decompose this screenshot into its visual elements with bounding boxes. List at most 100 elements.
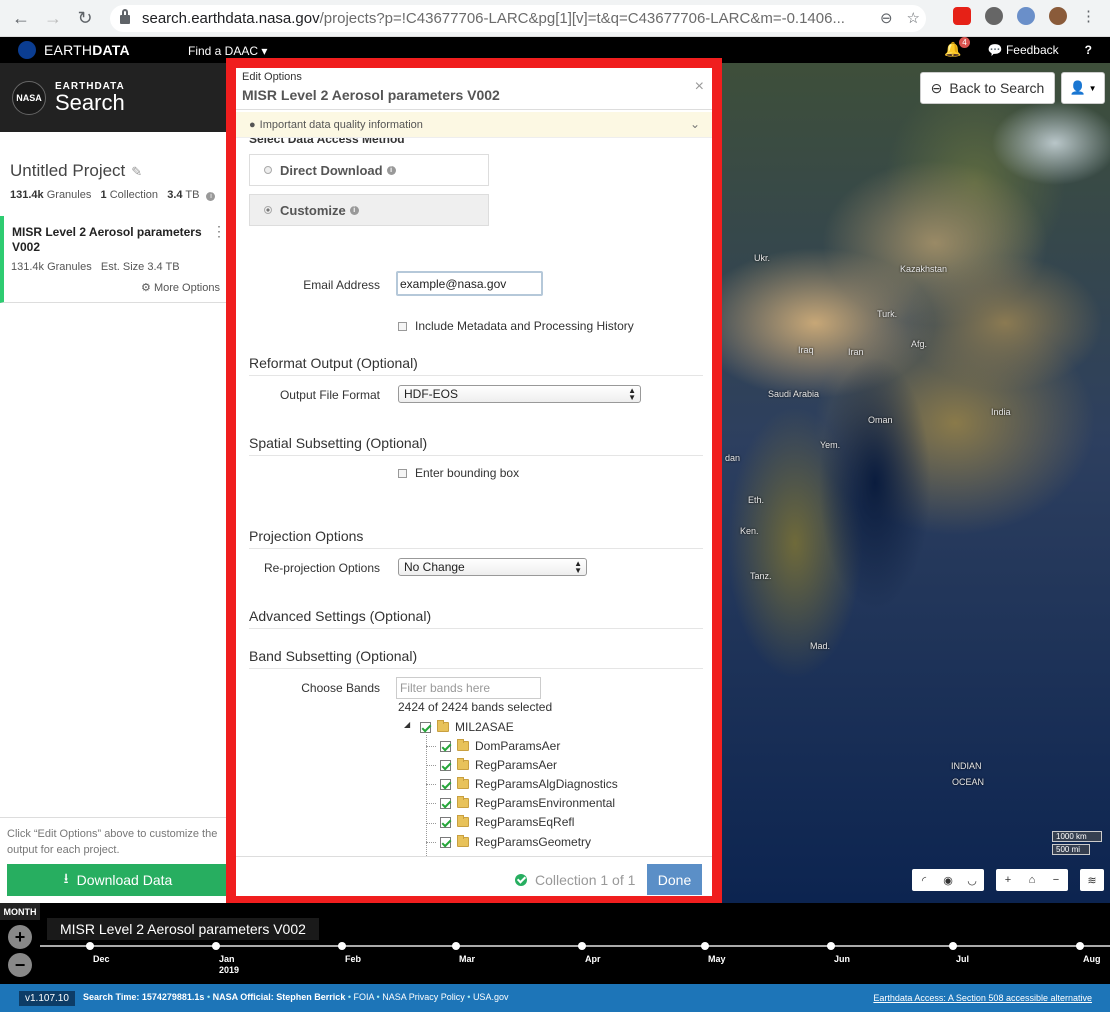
tree-child-item[interactable]: RegParamsEqRefl	[440, 814, 574, 830]
globe-icon[interactable]: ◉	[936, 874, 960, 887]
help-icon[interactable]: ?	[1085, 43, 1092, 57]
tree-checkbox[interactable]	[420, 721, 431, 733]
browser-menu-icon[interactable]: ⋮	[1081, 7, 1096, 25]
modal-subtitle: Edit Options	[242, 71, 302, 83]
checkbox[interactable]	[398, 321, 407, 331]
info-icon[interactable]: i	[386, 165, 396, 175]
folder-icon	[457, 739, 469, 751]
zoom-controls: + ⌂ −	[996, 869, 1068, 891]
zoom-in-icon[interactable]: +	[996, 874, 1020, 886]
profile-avatar-icon[interactable]	[1049, 7, 1067, 25]
map-label: Oman	[868, 415, 893, 425]
tree-child-item[interactable]: RegParamsAlgDiagnostics	[440, 776, 618, 792]
tree-checkbox[interactable]	[440, 778, 451, 790]
notification-badge: 4	[959, 37, 970, 48]
map-label: Ken.	[740, 526, 759, 536]
timeline-month-label: Jun	[834, 954, 851, 964]
timeline-tick	[338, 942, 346, 950]
timeline-tick	[949, 942, 957, 950]
youtube-extension-icon[interactable]	[953, 7, 971, 25]
home-icon[interactable]: ⌂	[1020, 874, 1044, 886]
find-daac-menu[interactable]: Find a DAAC ▾	[188, 44, 267, 58]
zoom-icon[interactable]: ⊖	[880, 9, 893, 27]
timeline-zoom-in-icon[interactable]: +	[8, 925, 32, 949]
accessible-alternative-link[interactable]: Earthdata Access: A Section 508 accessib…	[873, 993, 1092, 1003]
caret-down-icon: ▼	[1088, 83, 1097, 93]
address-bar[interactable]: search.earthdata.nasa.gov/projects?p=!C4…	[110, 5, 926, 32]
tree-checkbox[interactable]	[440, 836, 451, 848]
back-arrow-icon[interactable]: ←	[10, 8, 32, 29]
foia-link[interactable]: FOIA	[354, 992, 375, 1002]
access-method-heading: Select Data Access Method	[249, 138, 405, 146]
bounding-box-checkbox[interactable]: Enter bounding box	[398, 466, 519, 480]
map-label: INDIAN	[951, 761, 982, 771]
reprojection-select[interactable]: No Change ▲ ▼	[398, 558, 587, 576]
arctic-projection-icon[interactable]: ◜	[912, 874, 936, 887]
earthdata-logo[interactable]: EARTH DATA	[18, 41, 130, 59]
radio-customize[interactable]	[264, 206, 272, 214]
user-menu-button[interactable]: 👤 ▼	[1061, 72, 1105, 104]
pencil-icon[interactable]: ✎	[131, 164, 142, 179]
tree-checkbox[interactable]	[440, 759, 451, 771]
tree-checkbox[interactable]	[440, 740, 451, 752]
close-icon[interactable]: ×	[695, 78, 704, 96]
band-filter-input[interactable]: Filter bands here	[396, 677, 541, 699]
chevron-down-icon[interactable]: ⌄	[690, 117, 700, 131]
output-format-label: Output File Format	[279, 388, 380, 402]
map-label: OCEAN	[952, 777, 985, 787]
forward-arrow-icon[interactable]: →	[42, 8, 64, 29]
radio-direct-download[interactable]	[264, 166, 272, 174]
kebab-menu-icon[interactable]: ⋮	[212, 224, 226, 238]
map-label: dan	[725, 453, 741, 463]
email-field[interactable]: example@nasa.gov	[396, 271, 543, 296]
version-badge: v1.107.10	[19, 991, 75, 1006]
more-options-link[interactable]: ⚙ More Options	[141, 281, 220, 294]
tree-collapse-icon[interactable]: ◢	[404, 720, 410, 729]
modal-footer: Collection 1 of 1 Done	[236, 856, 712, 896]
tree-root-item[interactable]: MIL2ASAE	[420, 719, 514, 735]
checkbox[interactable]	[398, 468, 407, 478]
direct-download-option[interactable]: Direct Download i	[249, 154, 489, 186]
search-brand[interactable]: NASA EARTHDATA Search	[0, 63, 234, 132]
customize-option[interactable]: Customize i	[249, 194, 489, 226]
browser-toolbar: ← → ↻ search.earthdata.nasa.gov/projects…	[0, 0, 1110, 37]
bands-selected-count: 2424 of 2424 bands selected	[398, 700, 553, 714]
zoom-out-icon[interactable]: −	[1044, 874, 1068, 886]
timeline-month-label: Feb	[345, 954, 362, 964]
timeline-month-label: Dec	[93, 954, 110, 964]
project-title[interactable]: Untitled Project ✎	[10, 161, 142, 181]
map-label: Yem.	[820, 440, 841, 450]
antarctic-projection-icon[interactable]: ◡	[960, 874, 984, 887]
map-label: Mad.	[810, 641, 831, 651]
info-icon[interactable]: i	[206, 192, 216, 201]
layers-button[interactable]: ≋	[1080, 869, 1104, 891]
folder-icon	[457, 758, 469, 770]
tree-child-item[interactable]: RegParamsEnvironmental	[440, 795, 615, 811]
extension-icon[interactable]	[985, 7, 1003, 25]
brand-main: Search	[55, 90, 125, 115]
include-metadata-checkbox[interactable]: Include Metadata and Processing History	[398, 319, 634, 333]
lock-icon	[120, 9, 130, 24]
tree-checkbox[interactable]	[440, 797, 451, 809]
data-quality-notice[interactable]: ● Important data quality information ⌄	[236, 112, 712, 138]
usa-gov-link[interactable]: USA.gov	[473, 992, 509, 1002]
done-button[interactable]: Done	[647, 864, 702, 895]
timeline-zoom-out-icon[interactable]: −	[8, 953, 32, 977]
map-label: Iraq	[798, 345, 814, 355]
back-to-search-button[interactable]: ⊖ Back to Search	[920, 72, 1055, 104]
project-collection-item[interactable]: MISR Level 2 Aerosol parameters V002 ⋮ 1…	[0, 216, 234, 303]
tree-child-item[interactable]: RegParamsGeometry	[440, 834, 591, 850]
gear-icon: ⚙	[141, 282, 151, 294]
tree-child-item[interactable]: RegParamsAer	[440, 757, 557, 773]
privacy-link[interactable]: NASA Privacy Policy	[382, 992, 465, 1002]
tree-checkbox[interactable]	[440, 816, 451, 828]
bookmark-star-icon[interactable]: ☆	[907, 9, 920, 27]
feedback-link[interactable]: 💬 Feedback	[988, 43, 1059, 57]
tree-child-item[interactable]: DomParamsAer	[440, 738, 560, 754]
reload-icon[interactable]: ↻	[74, 8, 96, 29]
extension-icon[interactable]	[1017, 7, 1035, 25]
download-data-button[interactable]: ⭳ Download Data	[7, 864, 229, 896]
output-format-select[interactable]: HDF-EOS ▲ ▼	[398, 385, 641, 403]
notifications-button[interactable]: 🔔 4	[944, 37, 970, 58]
info-icon[interactable]: i	[349, 205, 359, 215]
